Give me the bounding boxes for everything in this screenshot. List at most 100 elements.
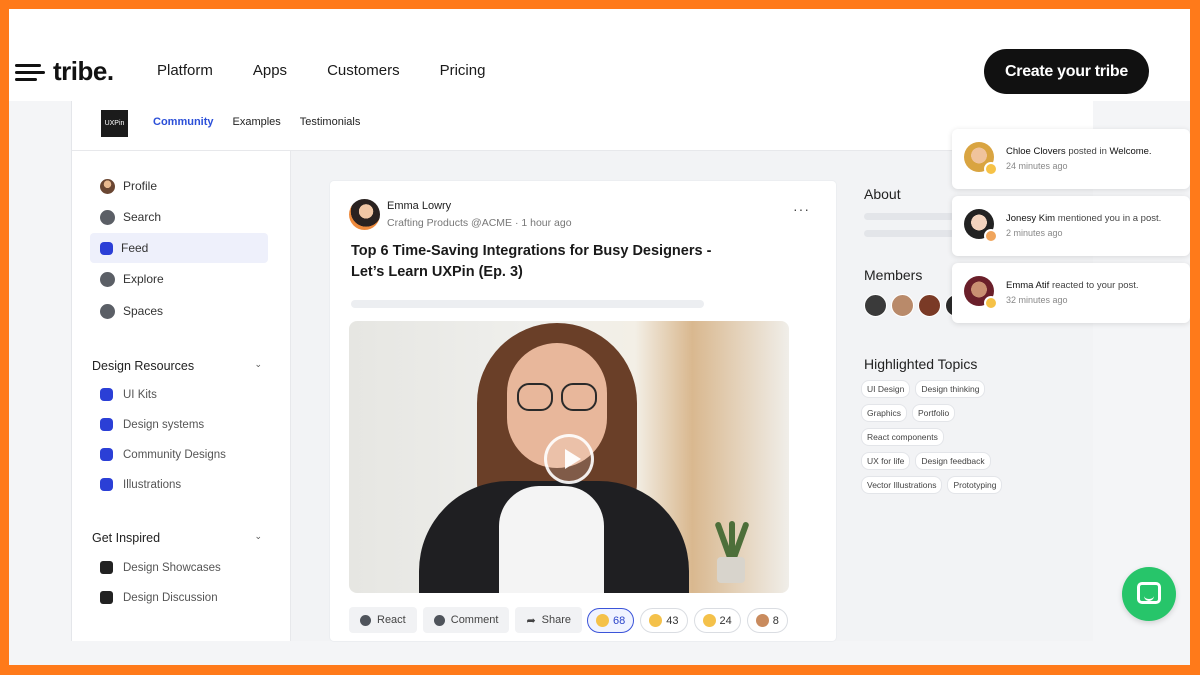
section-title: Design Resources — [92, 359, 195, 373]
author-name[interactable]: Emma Lowry — [387, 200, 451, 212]
book-icon — [100, 388, 113, 401]
sidebar-item-community-designs[interactable]: Community Designs — [100, 448, 226, 461]
post-actions: React Comment ➦ Share — [349, 607, 583, 633]
tab-examples[interactable]: Examples — [233, 116, 281, 128]
reaction-ok-hand[interactable]: 68 — [587, 608, 635, 633]
topic-tag[interactable]: Portfolio — [912, 404, 956, 422]
play-icon[interactable] — [544, 434, 594, 484]
sidebar-item-explore[interactable]: Explore — [90, 264, 268, 294]
post-card: Emma Lowry Crafting Products @ACME · 1 h… — [330, 181, 836, 641]
sidebar-item-label: Design Showcases — [123, 561, 221, 574]
uxpin-logo[interactable]: UXPin — [101, 110, 128, 137]
post-time: · 1 hour ago — [514, 217, 572, 229]
sidebar-item-illustrations[interactable]: Illustrations — [100, 478, 181, 491]
smile-icon — [649, 614, 663, 627]
comment-label: Comment — [450, 614, 499, 626]
sidebar-item-design-discussion[interactable]: Design Discussion — [100, 591, 218, 604]
app-tabs: Community Examples Testimonials — [153, 116, 360, 128]
comment-icon — [433, 614, 445, 626]
bookmark-icon — [100, 478, 113, 491]
thumbs-up-icon — [702, 614, 716, 627]
notification-card[interactable]: Emma Atif reacted to your post. 32 minut… — [952, 263, 1190, 323]
comment-button[interactable]: Comment — [422, 607, 510, 633]
top-navigation: tribe. Platform Apps Customers Pricing C… — [9, 9, 1190, 101]
topic-tag[interactable]: UX for life — [861, 452, 911, 470]
notification-target: Welcome. — [1109, 146, 1152, 157]
member-avatar[interactable] — [891, 294, 914, 317]
sidebar-item-search[interactable]: Search — [90, 202, 268, 232]
chat-button[interactable] — [1122, 567, 1176, 621]
share-button[interactable]: ➦ Share — [515, 607, 583, 633]
reaction-clap[interactable]: 8 — [746, 608, 788, 633]
post-video[interactable] — [349, 321, 789, 593]
create-tribe-button[interactable]: Create your tribe — [984, 49, 1149, 94]
bookmark-icon — [100, 448, 113, 461]
topic-tag[interactable]: Vector Illustrations — [861, 476, 943, 494]
community-app: UXPin Community Examples Testimonials Pr… — [71, 101, 1093, 641]
nav-link-apps[interactable]: Apps — [253, 62, 287, 79]
sidebar-item-label: Profile — [123, 179, 158, 193]
author-meta: Crafting Products @ACME · 1 hour ago — [387, 217, 572, 229]
reaction-count: 43 — [666, 614, 679, 627]
logo-text: tribe. — [53, 56, 114, 86]
feed-icon — [100, 241, 113, 255]
tab-testimonials[interactable]: Testimonials — [300, 116, 361, 128]
compass-icon — [100, 271, 115, 287]
sidebar-item-label: Illustrations — [123, 478, 182, 491]
members-title: Members — [864, 267, 923, 283]
about-title: About — [864, 186, 901, 202]
sidebar-item-spaces[interactable]: Spaces — [90, 296, 268, 326]
topic-tag[interactable]: React components — [861, 428, 944, 446]
reaction-count: 24 — [719, 614, 732, 627]
logo-mark-icon — [15, 61, 45, 83]
topic-tag[interactable]: UI Design — [861, 380, 911, 398]
reaction-smile[interactable]: 43 — [640, 608, 688, 633]
design-systems-icon — [100, 418, 113, 431]
smiley-icon — [360, 614, 371, 626]
showcase-icon — [100, 561, 113, 574]
sidebar-item-label: Explore — [123, 272, 164, 286]
member-avatar[interactable] — [918, 294, 941, 317]
sidebar-item-label: Design Discussion — [123, 591, 218, 604]
topic-tag[interactable]: Design thinking — [915, 380, 986, 398]
notification-user: Emma Atif — [1006, 280, 1050, 291]
author-avatar[interactable] — [349, 199, 380, 230]
sidebar-item-feed[interactable]: Feed — [90, 233, 268, 263]
reaction-list: 68 43 24 8 — [587, 608, 788, 633]
author-role: Crafting Products @ACME — [387, 217, 513, 229]
post-title[interactable]: Top 6 Time-Saving Integrations for Busy … — [351, 241, 731, 283]
topic-tag[interactable]: Graphics — [861, 404, 908, 422]
tab-community[interactable]: Community — [153, 116, 214, 128]
tribe-logo[interactable]: tribe. — [15, 56, 114, 87]
more-options-icon[interactable]: ··· — [793, 201, 810, 217]
sidebar-item-label: Search — [123, 210, 162, 224]
notification-card[interactable]: Chloe Clovers posted in Welcome. 24 minu… — [952, 129, 1190, 189]
sidebar-item-design-showcases[interactable]: Design Showcases — [100, 561, 221, 574]
topic-tag[interactable]: Prototyping — [947, 476, 1003, 494]
sidebar-item-design-systems[interactable]: Design systems — [100, 418, 204, 431]
reaction-count: 68 — [613, 614, 626, 627]
nav-link-pricing[interactable]: Pricing — [440, 62, 486, 79]
search-icon — [100, 209, 115, 225]
section-design-resources[interactable]: Design Resources ⌄ — [92, 359, 262, 373]
share-label: Share — [541, 614, 572, 626]
reaction-badge-icon — [984, 296, 998, 310]
notification-card[interactable]: Jonesy Kim mentioned you in a post. 2 mi… — [952, 196, 1190, 256]
reaction-thumbs-up[interactable]: 24 — [693, 608, 741, 633]
topic-tag[interactable]: Design feedback — [915, 452, 991, 470]
sidebar-item-ui-kits[interactable]: UI Kits — [100, 388, 157, 401]
nav-link-customers[interactable]: Customers — [327, 62, 400, 79]
profile-avatar-icon — [100, 178, 115, 194]
nav-link-platform[interactable]: Platform — [157, 62, 213, 79]
app-header: UXPin Community Examples Testimonials — [72, 101, 1093, 151]
grid-icon — [100, 303, 115, 319]
reaction-badge-icon — [984, 162, 998, 176]
section-get-inspired[interactable]: Get Inspired ⌄ — [92, 531, 262, 545]
chevron-down-icon: ⌄ — [254, 359, 262, 369]
sidebar-item-label: Design systems — [123, 418, 205, 431]
sidebar-item-profile[interactable]: Profile — [90, 171, 268, 201]
sidebar-item-label: Spaces — [123, 304, 164, 318]
react-button[interactable]: React — [349, 607, 417, 633]
member-avatar[interactable] — [864, 294, 887, 317]
post-text-placeholder — [351, 300, 704, 308]
